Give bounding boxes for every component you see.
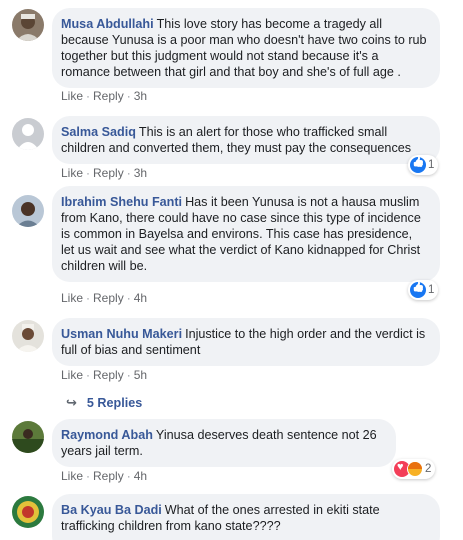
avatar[interactable]: [12, 9, 44, 41]
reply-link[interactable]: Reply: [93, 368, 124, 382]
comment-timestamp[interactable]: 3h: [134, 166, 147, 180]
comment-bubble: Salma Sadiq This is an alert for those wh…: [52, 116, 440, 164]
replies-count-label: 5 Replies: [86, 396, 143, 410]
comment-timestamp[interactable]: 4h: [134, 469, 147, 483]
avatar[interactable]: [12, 496, 44, 528]
view-replies-link[interactable]: ↪ 5 Replies: [66, 395, 142, 411]
angry-icon: [407, 461, 423, 477]
comment-author-link[interactable]: Raymond Abah: [61, 428, 153, 442]
comment-bubble: Ibrahim Shehu Fanti Has it been Yunusa is…: [52, 186, 440, 282]
reaction-summary[interactable]: 1: [408, 280, 439, 300]
avatar[interactable]: [12, 320, 44, 352]
like-icon: [410, 282, 426, 298]
comment-timestamp[interactable]: 5h: [134, 368, 147, 382]
reaction-count: 2: [425, 463, 432, 475]
reply-link[interactable]: Reply: [93, 291, 124, 305]
like-link[interactable]: Like: [61, 166, 83, 180]
comment-timestamp[interactable]: 3h: [134, 89, 147, 103]
comment-bubble: Usman Nuhu Makeri Injustice to the high o…: [52, 318, 440, 366]
comment-bubble: Raymond Abah Yinusa deserves death senten…: [52, 419, 396, 467]
avatar[interactable]: [12, 118, 44, 150]
like-icon: [410, 157, 426, 173]
comment-actions: Like · Reply · 4h: [61, 291, 148, 305]
like-link[interactable]: Like: [61, 89, 83, 103]
reply-link[interactable]: Reply: [93, 166, 124, 180]
reply-link[interactable]: Reply: [93, 469, 124, 483]
comment-bubble: Ba Kyau Ba Dadi What of the ones arrested…: [52, 494, 440, 540]
reaction-count: 1: [428, 284, 435, 296]
comment-bubble: Musa Abdullahi This love story has become…: [52, 8, 440, 88]
comment-author-link[interactable]: Ba Kyau Ba Dadi: [61, 503, 162, 517]
reaction-summary[interactable]: 2: [392, 459, 436, 479]
comment-actions: Like · Reply · 4h: [61, 469, 148, 483]
comment-actions: Like · Reply · 3h: [61, 166, 148, 180]
avatar[interactable]: [12, 195, 44, 227]
comment-author-link[interactable]: Ibrahim Shehu Fanti: [61, 195, 182, 209]
reply-link[interactable]: Reply: [93, 89, 124, 103]
reaction-count: 1: [428, 159, 435, 171]
comment-author-link[interactable]: Musa Abdullahi: [61, 17, 154, 31]
like-link[interactable]: Like: [61, 368, 83, 382]
reaction-summary[interactable]: 1: [408, 155, 439, 175]
reply-arrow-icon: ↪: [66, 395, 77, 410]
comment-author-link[interactable]: Usman Nuhu Makeri: [61, 327, 182, 341]
avatar[interactable]: [12, 421, 44, 453]
comment-author-link[interactable]: Salma Sadiq: [61, 125, 136, 139]
comment-timestamp[interactable]: 4h: [134, 291, 147, 305]
comment-actions: Like · Reply · 3h: [61, 89, 148, 103]
like-link[interactable]: Like: [61, 291, 83, 305]
comment-actions: Like · Reply · 5h: [61, 368, 148, 382]
like-link[interactable]: Like: [61, 469, 83, 483]
